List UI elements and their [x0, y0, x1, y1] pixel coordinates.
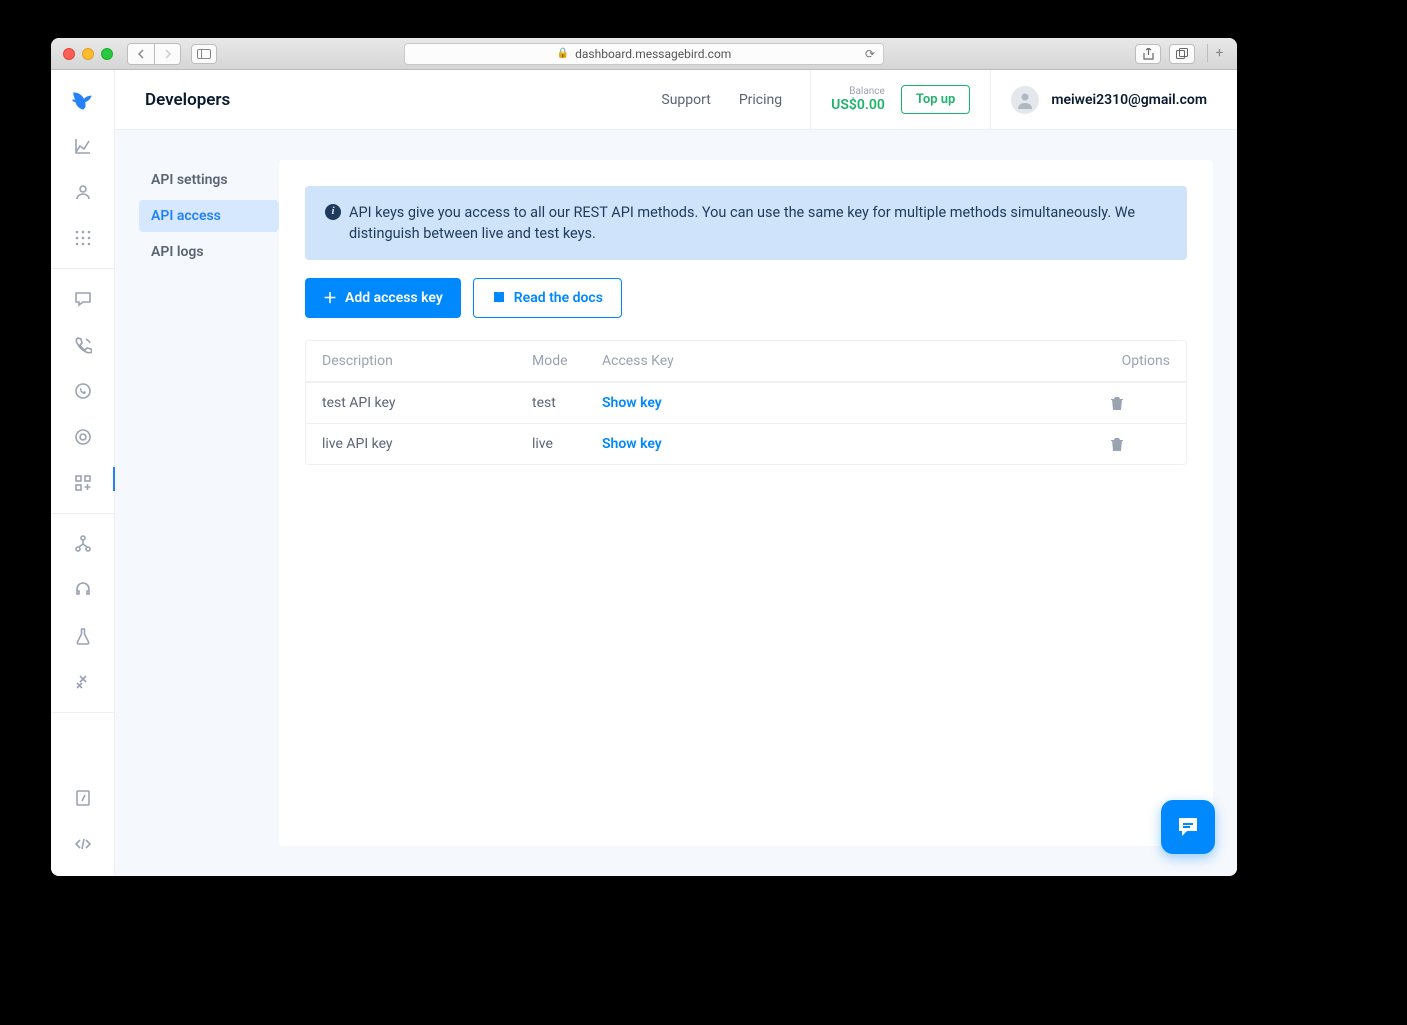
share-button[interactable] — [1135, 44, 1161, 64]
delete-key-button[interactable] — [1110, 437, 1170, 452]
balance-amount: US$0.00 — [831, 97, 885, 113]
verify-icon[interactable] — [71, 425, 95, 449]
main-column: Developers Support Pricing Balance US$0.… — [115, 70, 1237, 876]
voice-icon[interactable] — [71, 333, 95, 357]
info-text: API keys give you access to all our REST… — [349, 202, 1167, 244]
minimize-icon[interactable] — [82, 48, 94, 60]
numbers-icon[interactable] — [71, 786, 95, 810]
titlebar: 🔒 dashboard.messagebird.com ⟳ + — [51, 38, 1237, 70]
logo-icon[interactable] — [70, 88, 96, 114]
avatar-icon — [1011, 86, 1039, 114]
body-area: API settings API access API logs i API k… — [115, 130, 1237, 876]
grid-icon[interactable] — [71, 226, 95, 250]
url-text: dashboard.messagebird.com — [575, 47, 731, 61]
cell-mode: test — [532, 395, 602, 411]
action-row: ＋ Add access key Read the docs — [305, 278, 1187, 318]
browser-window: 🔒 dashboard.messagebird.com ⟳ + — [51, 38, 1237, 876]
new-tab-button[interactable]: + — [1207, 44, 1225, 62]
read-docs-button[interactable]: Read the docs — [473, 278, 622, 318]
titlebar-right: + — [1135, 44, 1225, 64]
left-rail — [51, 70, 115, 876]
sidebar-toggle-button[interactable] — [191, 44, 217, 64]
page-title: Developers — [145, 90, 230, 110]
plus-icon: ＋ — [323, 288, 337, 308]
header: Developers Support Pricing Balance US$0.… — [115, 70, 1237, 130]
content-panel: i API keys give you access to all our RE… — [279, 160, 1213, 846]
api-keys-table: Description Mode Access Key Options test… — [305, 340, 1187, 465]
lock-icon: 🔒 — [557, 48, 569, 59]
subnav: API settings API access API logs — [139, 160, 279, 846]
book-icon — [492, 291, 506, 305]
support-link[interactable]: Support — [661, 92, 710, 108]
th-description: Description — [322, 353, 532, 369]
balance-section: Balance US$0.00 Top up — [810, 70, 991, 129]
cell-description: live API key — [322, 436, 532, 452]
subnav-api-logs[interactable]: API logs — [139, 236, 279, 268]
user-menu[interactable]: meiwei2310@gmail.com — [991, 70, 1207, 129]
table-row: test API key test Show key — [306, 382, 1186, 423]
app-root: Developers Support Pricing Balance US$0.… — [51, 70, 1237, 876]
subnav-api-settings[interactable]: API settings — [139, 164, 279, 196]
chat-widget-button[interactable] — [1161, 800, 1215, 854]
table-row: live API key live Show key — [306, 423, 1186, 464]
balance-label: Balance — [849, 86, 885, 97]
flask-icon[interactable] — [71, 624, 95, 648]
back-button[interactable] — [128, 44, 154, 64]
subnav-api-access[interactable]: API access — [139, 200, 279, 232]
th-access-key: Access Key — [602, 353, 1110, 369]
add-key-label: Add access key — [345, 290, 443, 306]
flow-icon[interactable] — [71, 532, 95, 556]
show-key-link[interactable]: Show key — [602, 436, 662, 452]
topup-button[interactable]: Top up — [901, 85, 970, 114]
th-mode: Mode — [532, 353, 602, 369]
support-icon[interactable] — [71, 578, 95, 602]
nav-arrows — [127, 43, 181, 65]
sms-icon[interactable] — [71, 287, 95, 311]
whatsapp-icon[interactable] — [71, 379, 95, 403]
add-access-key-button[interactable]: ＋ Add access key — [305, 278, 461, 318]
developers-icon[interactable] — [71, 832, 95, 856]
info-icon: i — [325, 204, 341, 220]
forward-button[interactable] — [154, 44, 180, 64]
reload-icon[interactable]: ⟳ — [865, 47, 875, 61]
apps-icon[interactable] — [71, 471, 95, 495]
maximize-icon[interactable] — [101, 48, 113, 60]
pricing-link[interactable]: Pricing — [739, 92, 782, 108]
contacts-icon[interactable] — [71, 180, 95, 204]
analytics-icon[interactable] — [71, 134, 95, 158]
url-bar[interactable]: 🔒 dashboard.messagebird.com ⟳ — [404, 43, 884, 65]
integrations-icon[interactable] — [71, 670, 95, 694]
cell-description: test API key — [322, 395, 532, 411]
read-docs-label: Read the docs — [514, 290, 603, 306]
close-icon[interactable] — [63, 48, 75, 60]
th-options: Options — [1110, 353, 1170, 369]
user-email: meiwei2310@gmail.com — [1051, 92, 1207, 108]
tabs-button[interactable] — [1169, 44, 1195, 64]
info-banner: i API keys give you access to all our RE… — [305, 186, 1187, 260]
table-header: Description Mode Access Key Options — [306, 341, 1186, 382]
show-key-link[interactable]: Show key — [602, 395, 662, 411]
delete-key-button[interactable] — [1110, 396, 1170, 411]
cell-mode: live — [532, 436, 602, 452]
window-controls — [63, 48, 113, 60]
